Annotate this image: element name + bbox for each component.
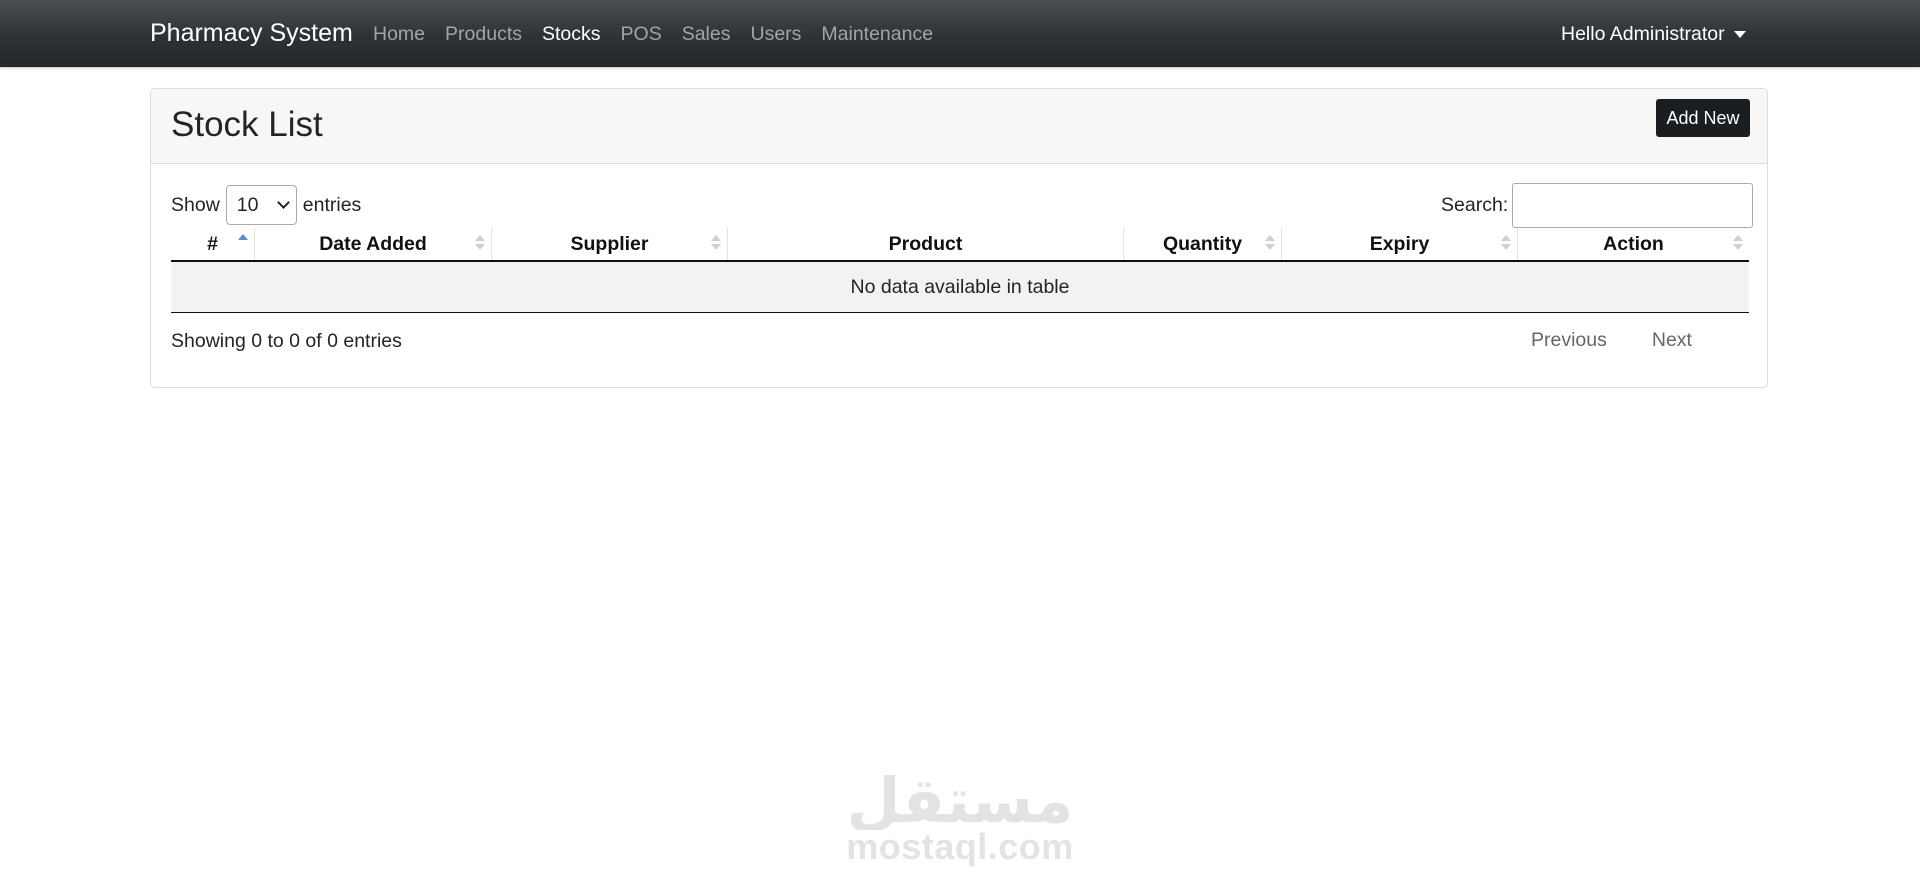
mostaql-logo-icon: مستقل — [847, 764, 1074, 837]
nav-link-products[interactable]: Products — [445, 21, 522, 47]
brand-link[interactable]: Pharmacy System — [150, 18, 353, 48]
column-label: Quantity — [1162, 232, 1243, 255]
mostaql-watermark: مستقل mostaql.com — [843, 760, 1077, 868]
column-label: Expiry — [1369, 232, 1430, 255]
add-new-button[interactable]: Add New — [1656, 99, 1750, 137]
nav-link-users[interactable]: Users — [750, 21, 801, 47]
entries-length-value: 10 — [236, 193, 259, 216]
column-label: Action — [1603, 232, 1664, 255]
user-menu-dropdown[interactable]: Hello Administrator — [1561, 21, 1746, 47]
column-label: # — [207, 232, 218, 255]
search-label: Search: — [1441, 194, 1509, 216]
card-header: Stock List Add New — [151, 89, 1767, 164]
user-greeting: Hello Administrator — [1561, 23, 1725, 45]
search-input[interactable] — [1512, 183, 1754, 228]
pagination: Previous Next — [1531, 329, 1692, 352]
navbar: Pharmacy System Home Products Stocks POS… — [0, 0, 1920, 67]
sort-ascending-icon — [238, 234, 248, 253]
nav-links: Home Products Stocks POS Sales Users Mai… — [373, 21, 933, 47]
nav-link-maintenance[interactable]: Maintenance — [821, 21, 933, 47]
entries-length-select[interactable]: 10 — [225, 185, 297, 225]
page-title: Stock List — [171, 105, 323, 144]
column-label: Product — [888, 232, 963, 255]
column-header-product: Product — [727, 228, 1123, 260]
column-header-quantity[interactable]: Quantity — [1123, 228, 1281, 260]
previous-page-button[interactable]: Previous — [1531, 329, 1607, 352]
chevron-down-icon — [276, 196, 290, 209]
column-label: Date Added — [319, 232, 427, 255]
table-empty-row: No data available in table — [171, 262, 1749, 313]
sort-icon — [711, 235, 721, 253]
table-header: # Date Added Supplier Product Quantity E… — [171, 228, 1749, 262]
watermark-text: mostaql.com — [846, 826, 1074, 867]
show-label: Show — [171, 193, 220, 216]
column-header-action[interactable]: Action — [1517, 228, 1749, 260]
search-control: Search: — [1441, 183, 1754, 228]
column-header-expiry[interactable]: Expiry — [1281, 228, 1517, 260]
column-header-supplier[interactable]: Supplier — [491, 228, 727, 260]
nav-link-sales[interactable]: Sales — [682, 21, 731, 47]
svg-text:مستقل: مستقل — [847, 764, 1074, 830]
empty-message: No data available in table — [850, 275, 1070, 298]
table-info: Showing 0 to 0 of 0 entries — [171, 330, 402, 352]
stock-table: # Date Added Supplier Product Quantity E… — [171, 228, 1749, 313]
column-header-date-added[interactable]: Date Added — [254, 228, 491, 260]
sort-icon — [1733, 235, 1743, 253]
next-page-button[interactable]: Next — [1652, 329, 1692, 352]
sort-icon — [1265, 235, 1275, 253]
nav-link-pos[interactable]: POS — [621, 21, 662, 47]
caret-down-icon — [1733, 30, 1746, 38]
column-header-number[interactable]: # — [171, 228, 254, 260]
entries-length-control: Show 10 entries — [171, 185, 361, 225]
nav-link-stocks[interactable]: Stocks — [542, 21, 601, 47]
stock-list-card: Stock List Add New Show 10 entries Searc… — [150, 88, 1768, 388]
column-label: Supplier — [570, 232, 649, 255]
sort-icon — [475, 235, 485, 253]
nav-link-home[interactable]: Home — [373, 21, 425, 47]
entries-label: entries — [302, 193, 362, 216]
sort-icon — [1501, 235, 1511, 253]
